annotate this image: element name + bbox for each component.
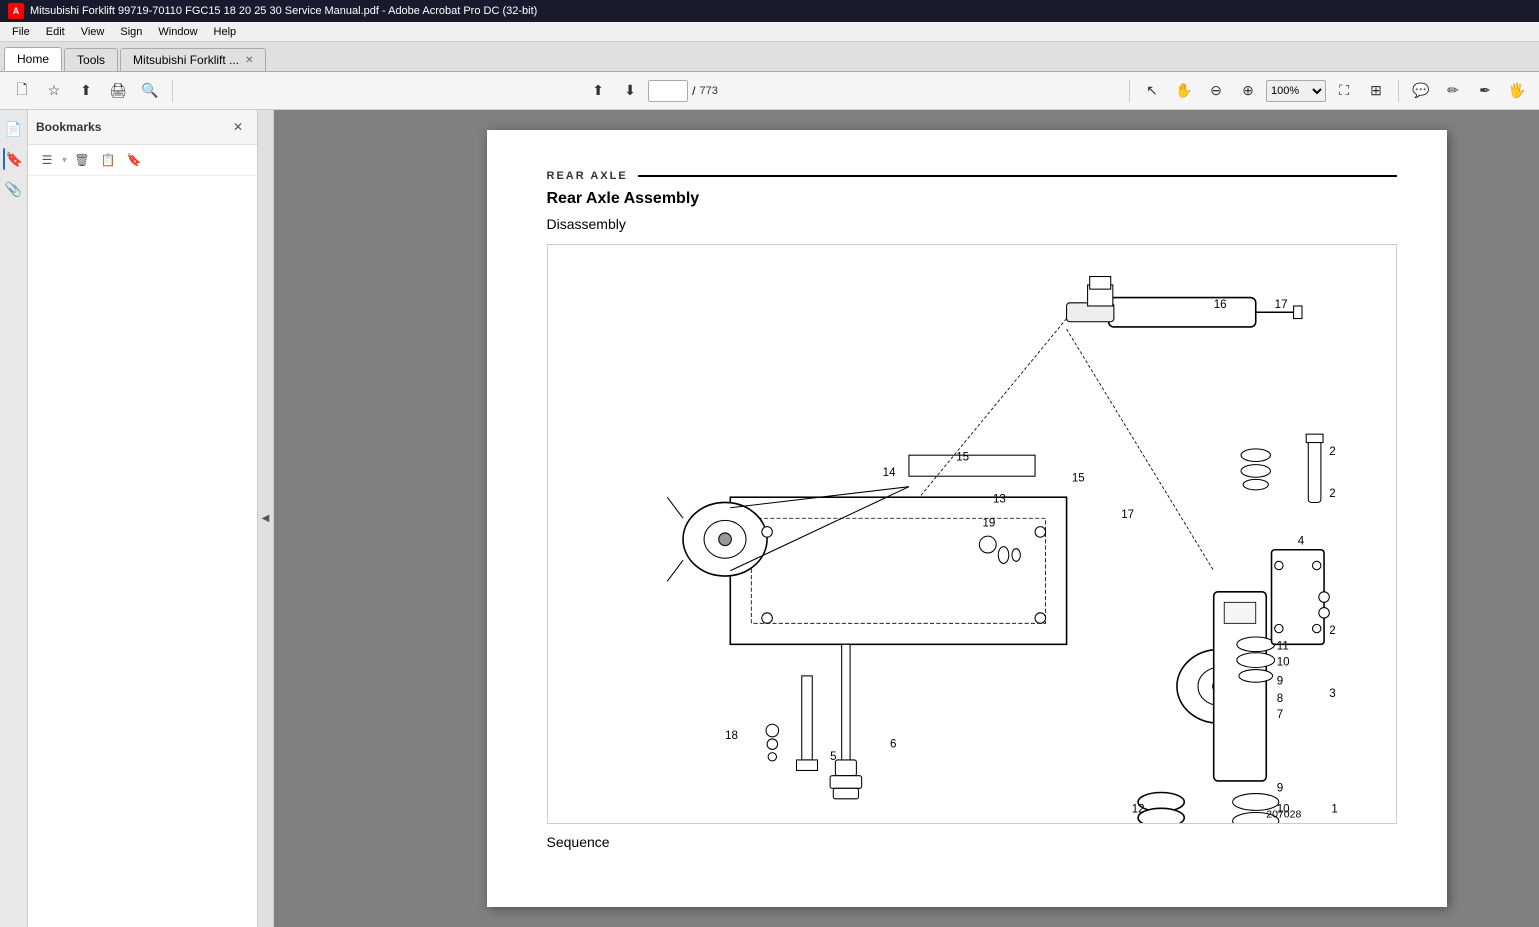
print-button[interactable]: 🖨 bbox=[104, 77, 132, 105]
title-bar: A Mitsubishi Forklift 99719-70110 FGC15 … bbox=[0, 0, 1539, 22]
svg-text:19: 19 bbox=[982, 518, 995, 530]
main-toolbar: 🗋 ☆ ⬆ 🖨 🔍 ⬆ ⬇ 397 / 773 ↖ ✋ ⊖ ⊕ 100% 75%… bbox=[0, 72, 1539, 110]
search-button[interactable]: 🔍 bbox=[136, 77, 164, 105]
measure-button[interactable]: ⊞ bbox=[1362, 77, 1390, 105]
toolbar-separator-3 bbox=[1398, 80, 1399, 102]
toolbar-separator-1 bbox=[172, 80, 173, 102]
bookmarks-content bbox=[28, 176, 257, 927]
svg-text:3: 3 bbox=[1329, 688, 1335, 700]
svg-text:17: 17 bbox=[1121, 509, 1134, 521]
svg-text:15: 15 bbox=[956, 451, 969, 463]
svg-text:16: 16 bbox=[1213, 299, 1226, 311]
svg-text:18: 18 bbox=[725, 730, 738, 742]
zoom-select[interactable]: 100% 75% 150% 200% bbox=[1266, 80, 1326, 102]
tab-doc-label: Mitsubishi Forklift ... bbox=[133, 53, 239, 67]
svg-text:17: 17 bbox=[1274, 299, 1287, 311]
svg-text:2: 2 bbox=[1329, 488, 1335, 500]
menu-sign[interactable]: Sign bbox=[112, 26, 150, 38]
panel-collapse-handle[interactable]: ◀ bbox=[258, 110, 274, 927]
section-label: REAR AXLE bbox=[547, 170, 628, 182]
bookmarks-new-button[interactable]: 📋 bbox=[97, 149, 119, 171]
pdf-page-partial bbox=[367, 130, 487, 907]
tab-home-label: Home bbox=[17, 52, 49, 66]
svg-text:12: 12 bbox=[1131, 803, 1144, 815]
bookmarks-toolbar: ☰ ▾ 🗑 📋 🔖 bbox=[28, 145, 257, 176]
pdf-page: REAR AXLE Rear Axle Assembly Disassembly bbox=[487, 130, 1447, 907]
svg-text:13: 13 bbox=[993, 493, 1006, 505]
tab-home[interactable]: Home bbox=[4, 47, 62, 71]
svg-text:14: 14 bbox=[882, 467, 895, 479]
main-layout: 📄 🔖 📎 Bookmarks ✕ ☰ ▾ 🗑 📋 🔖 ◀ REAR AXLE bbox=[0, 110, 1539, 927]
bookmarks-list-button[interactable]: ☰ bbox=[36, 149, 58, 171]
stamp-button[interactable]: 🖐 bbox=[1503, 77, 1531, 105]
window-title: Mitsubishi Forklift 99719-70110 FGC15 18… bbox=[30, 5, 537, 17]
upload-button[interactable]: ⬆ bbox=[72, 77, 100, 105]
svg-text:207028: 207028 bbox=[1266, 809, 1301, 821]
svg-text:11: 11 bbox=[1276, 641, 1288, 653]
page-total: 773 bbox=[699, 85, 717, 97]
comment-button[interactable]: 💬 bbox=[1407, 77, 1435, 105]
pen-button[interactable]: ✏ bbox=[1439, 77, 1467, 105]
left-sidebar-icons: 📄 🔖 📎 bbox=[0, 110, 28, 927]
bookmarks-title: Bookmarks bbox=[36, 120, 101, 134]
svg-text:2: 2 bbox=[1329, 446, 1335, 458]
svg-text:5: 5 bbox=[830, 751, 836, 763]
highlight-button[interactable]: ✒ bbox=[1471, 77, 1499, 105]
tab-tools[interactable]: Tools bbox=[64, 48, 118, 71]
svg-text:6: 6 bbox=[890, 738, 896, 750]
svg-text:7: 7 bbox=[1276, 709, 1282, 721]
menu-view[interactable]: View bbox=[73, 26, 113, 38]
section-header: REAR AXLE bbox=[547, 170, 1397, 182]
sidebar-page-icon[interactable]: 📄 bbox=[3, 118, 25, 140]
cursor-tool-button[interactable]: ↖ bbox=[1138, 77, 1166, 105]
menu-help[interactable]: Help bbox=[206, 26, 245, 38]
svg-text:15: 15 bbox=[1071, 472, 1084, 484]
zoom-out-button[interactable]: ⊖ bbox=[1202, 77, 1230, 105]
page-number-input[interactable]: 397 bbox=[648, 80, 688, 102]
svg-text:10: 10 bbox=[1276, 656, 1289, 668]
svg-text:9: 9 bbox=[1276, 782, 1282, 794]
svg-text:9: 9 bbox=[1276, 675, 1282, 687]
bookmarks-header: Bookmarks ✕ bbox=[28, 110, 257, 145]
svg-text:8: 8 bbox=[1276, 693, 1282, 705]
svg-text:1: 1 bbox=[1331, 803, 1337, 815]
page-navigation: ⬆ ⬇ 397 / 773 bbox=[181, 77, 1121, 105]
page-title: Rear Axle Assembly bbox=[547, 190, 1397, 208]
next-section-heading: Sequence bbox=[547, 834, 1397, 850]
diagram-container: 17 16 2 2 4 2 3 11 10 9 8 7 bbox=[547, 244, 1397, 824]
menu-edit[interactable]: Edit bbox=[38, 26, 73, 38]
menu-window[interactable]: Window bbox=[150, 26, 205, 38]
sub-heading: Disassembly bbox=[547, 216, 1397, 232]
bookmarks-close-button[interactable]: ✕ bbox=[227, 116, 249, 138]
zoom-in-button[interactable]: ⊕ bbox=[1234, 77, 1262, 105]
toolbar-separator-2 bbox=[1129, 80, 1130, 102]
svg-text:2: 2 bbox=[1329, 625, 1335, 637]
menu-file[interactable]: File bbox=[4, 26, 38, 38]
sidebar-attachment-icon[interactable]: 📎 bbox=[3, 178, 25, 200]
bookmarks-delete-button[interactable]: 🗑 bbox=[71, 149, 93, 171]
sidebar-bookmark-icon[interactable]: 🔖 bbox=[3, 148, 25, 170]
bookmarks-tag-button[interactable]: 🔖 bbox=[123, 149, 145, 171]
tab-bar: Home Tools Mitsubishi Forklift ... ✕ bbox=[0, 42, 1539, 72]
new-file-button[interactable]: 🗋 bbox=[8, 77, 36, 105]
page-separator: / bbox=[692, 84, 695, 98]
tab-doc-close[interactable]: ✕ bbox=[245, 55, 253, 66]
pdf-viewer[interactable]: REAR AXLE Rear Axle Assembly Disassembly bbox=[274, 110, 1539, 927]
fit-page-button[interactable]: ⛶ bbox=[1330, 77, 1358, 105]
bookmarks-panel: Bookmarks ✕ ☰ ▾ 🗑 📋 🔖 bbox=[28, 110, 258, 927]
svg-text:4: 4 bbox=[1297, 536, 1304, 548]
hand-tool-button[interactable]: ✋ bbox=[1170, 77, 1198, 105]
diagram-svg: 17 16 2 2 4 2 3 11 10 9 8 7 bbox=[548, 245, 1396, 823]
app-icon: A bbox=[8, 3, 24, 19]
tab-doc[interactable]: Mitsubishi Forklift ... ✕ bbox=[120, 48, 266, 71]
bookmark-button[interactable]: ☆ bbox=[40, 77, 68, 105]
next-page-button[interactable]: ⬇ bbox=[616, 77, 644, 105]
prev-page-button[interactable]: ⬆ bbox=[584, 77, 612, 105]
tab-tools-label: Tools bbox=[77, 53, 105, 67]
section-line bbox=[638, 175, 1397, 177]
menu-bar: File Edit View Sign Window Help bbox=[0, 22, 1539, 42]
